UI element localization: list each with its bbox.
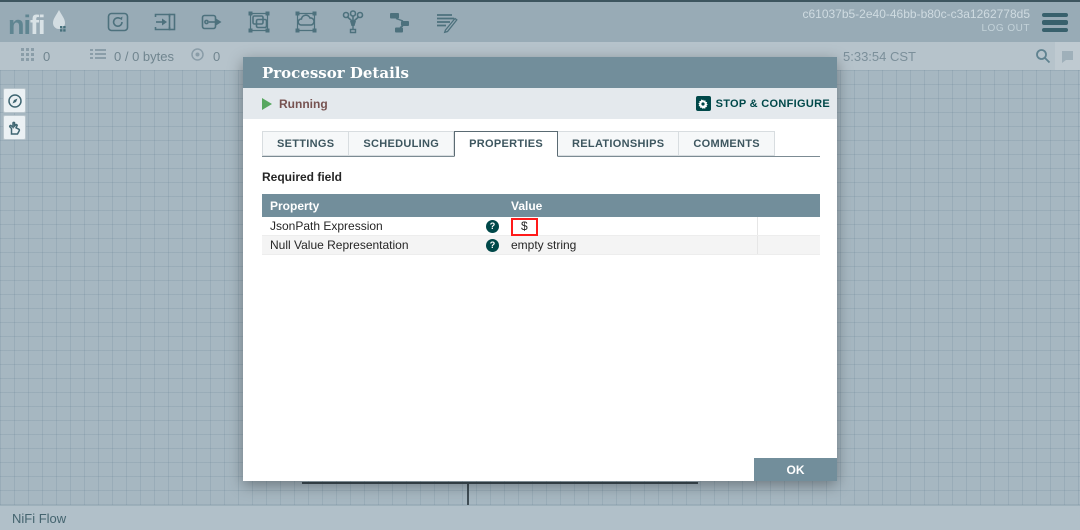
- connection-line: [467, 483, 469, 505]
- stop-and-configure-label: STOP & CONFIGURE: [715, 97, 830, 110]
- help-icon[interactable]: ?: [486, 238, 499, 252]
- input-port-icon[interactable]: [152, 7, 178, 37]
- property-value[interactable]: empty string: [511, 238, 576, 252]
- run-state-label: Running: [279, 96, 328, 111]
- remote-process-group-icon[interactable]: [293, 7, 319, 37]
- processor-details-dialog: Processor Details Running STOP & CONFIGU…: [243, 57, 837, 481]
- stats-last-refreshed: 5:33:54 CST: [843, 48, 916, 64]
- property-name: JsonPath Expression: [270, 219, 383, 233]
- navigate-palette-button[interactable]: [3, 88, 26, 113]
- table-row-null-value: Null Value Representation ? empty string: [262, 236, 820, 255]
- tab-comments[interactable]: COMMENTS: [679, 131, 775, 156]
- logout-link[interactable]: LOG OUT: [981, 22, 1030, 36]
- user-uuid: c61037b5-2e40-46bb-b80c-c3a1262778d5: [802, 7, 1030, 21]
- tab-properties[interactable]: PROPERTIES: [454, 131, 559, 157]
- bulletin-bubble-icon[interactable]: [1055, 42, 1080, 70]
- app-toolbar: ni fi c61037b5-2e40-46bb-b80c-c3a1262778…: [0, 0, 1080, 42]
- property-column-header: Property: [270, 198, 320, 213]
- component-toolbar: [105, 7, 460, 37]
- queued-group: 0 / 0 bytes: [90, 42, 174, 70]
- template-icon[interactable]: [387, 7, 413, 37]
- active-threads-group: 0: [20, 42, 50, 70]
- queued-list-icon: [90, 48, 106, 65]
- ok-button[interactable]: OK: [754, 458, 837, 481]
- processor-edge-line: [302, 482, 698, 484]
- logo-text-fi: fi: [30, 10, 45, 40]
- tab-relationships[interactable]: RELATIONSHIPS: [558, 131, 680, 156]
- transmitting-count: 0: [213, 48, 221, 64]
- logo-text-ni: ni: [8, 10, 31, 40]
- transmitting-icon: [190, 47, 205, 65]
- breadcrumb-bar: NiFi Flow: [0, 505, 1080, 530]
- pan-hand-button[interactable]: [3, 115, 26, 140]
- transmitting-group: 0: [190, 42, 220, 70]
- property-name: Null Value Representation: [270, 238, 409, 252]
- dialog-tabs: SETTINGS SCHEDULING PROPERTIES RELATIONS…: [262, 131, 820, 157]
- gear-icon: [695, 96, 711, 111]
- properties-table: Property Value JsonPath Expression ? $ N…: [262, 194, 820, 255]
- run-state-indicator: Running: [262, 97, 328, 111]
- tab-settings[interactable]: SETTINGS: [262, 131, 350, 156]
- value-column-header: Value: [511, 198, 543, 213]
- output-port-icon[interactable]: [199, 7, 225, 37]
- dialog-title: Processor Details: [243, 57, 837, 88]
- dialog-status-row: Running STOP & CONFIGURE: [243, 88, 837, 119]
- funnel-icon[interactable]: [340, 7, 366, 37]
- tab-scheduling[interactable]: SCHEDULING: [349, 131, 455, 156]
- processor-icon[interactable]: [105, 7, 131, 37]
- property-value-highlighted[interactable]: $: [511, 217, 538, 236]
- stop-and-configure-button[interactable]: STOP & CONFIGURE: [695, 96, 830, 111]
- global-menu-icon[interactable]: [1042, 11, 1068, 33]
- breadcrumb[interactable]: NiFi Flow: [12, 511, 66, 526]
- queued-count: 0 / 0 bytes: [114, 48, 174, 64]
- nifi-logo: ni fi: [8, 7, 71, 40]
- active-threads-count: 0: [43, 48, 51, 64]
- dialog-body: SETTINGS SCHEDULING PROPERTIES RELATIONS…: [243, 119, 837, 481]
- table-row-jsonpath: JsonPath Expression ? $: [262, 217, 820, 236]
- toolbar-right-cluster: c61037b5-2e40-46bb-b80c-c3a1262778d5 LOG…: [802, 7, 1068, 36]
- required-field-note: Required field: [262, 170, 343, 184]
- process-group-icon[interactable]: [246, 7, 272, 37]
- properties-table-header: Property Value: [262, 194, 820, 217]
- help-icon[interactable]: ?: [486, 219, 499, 233]
- threads-grid-icon: [20, 47, 35, 65]
- label-icon[interactable]: [434, 7, 460, 37]
- running-play-icon: [262, 97, 272, 110]
- search-icon[interactable]: [1031, 42, 1055, 70]
- nifi-drop-icon: [45, 7, 71, 40]
